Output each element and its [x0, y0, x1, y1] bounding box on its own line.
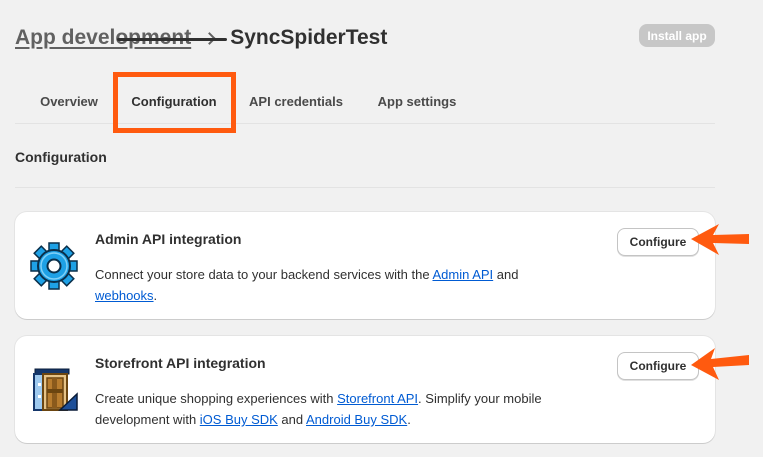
card-description: Connect your store data to your backend …: [95, 267, 519, 303]
active-tab-indicator: [117, 38, 227, 41]
tab-overview[interactable]: Overview: [25, 82, 113, 120]
install-app-button[interactable]: Install app: [639, 24, 715, 47]
storefront-api-configure-button[interactable]: Configure: [617, 352, 699, 380]
android-buy-sdk-link[interactable]: Android Buy SDK: [306, 412, 407, 427]
storefront-icon: [33, 368, 78, 411]
annotation-arrow-icon: [691, 224, 749, 255]
card-title: Storefront API integration: [95, 355, 266, 371]
storefront-api-card: Storefront API integration Create unique…: [15, 336, 715, 443]
tab-app-settings[interactable]: App settings: [365, 82, 469, 120]
gear-icon: [30, 242, 78, 290]
annotation-highlight-box: [113, 72, 236, 133]
annotation-arrow-icon: [691, 348, 749, 380]
admin-api-card: Admin API integration Connect your store…: [15, 212, 715, 319]
ios-buy-sdk-link[interactable]: iOS Buy SDK: [200, 412, 278, 427]
card-description: Create unique shopping experiences with …: [95, 391, 542, 427]
tab-api-credentials[interactable]: API credentials: [240, 82, 352, 120]
admin-api-configure-button[interactable]: Configure: [617, 228, 699, 256]
section-divider: [15, 187, 715, 188]
webhooks-link[interactable]: webhooks: [95, 288, 154, 303]
admin-api-link[interactable]: Admin API: [432, 267, 493, 282]
storefront-api-link[interactable]: Storefront API: [337, 391, 418, 406]
card-title: Admin API integration: [95, 231, 242, 247]
section-title: Configuration: [15, 149, 107, 165]
page-title: SyncSpiderTest: [230, 26, 388, 49]
